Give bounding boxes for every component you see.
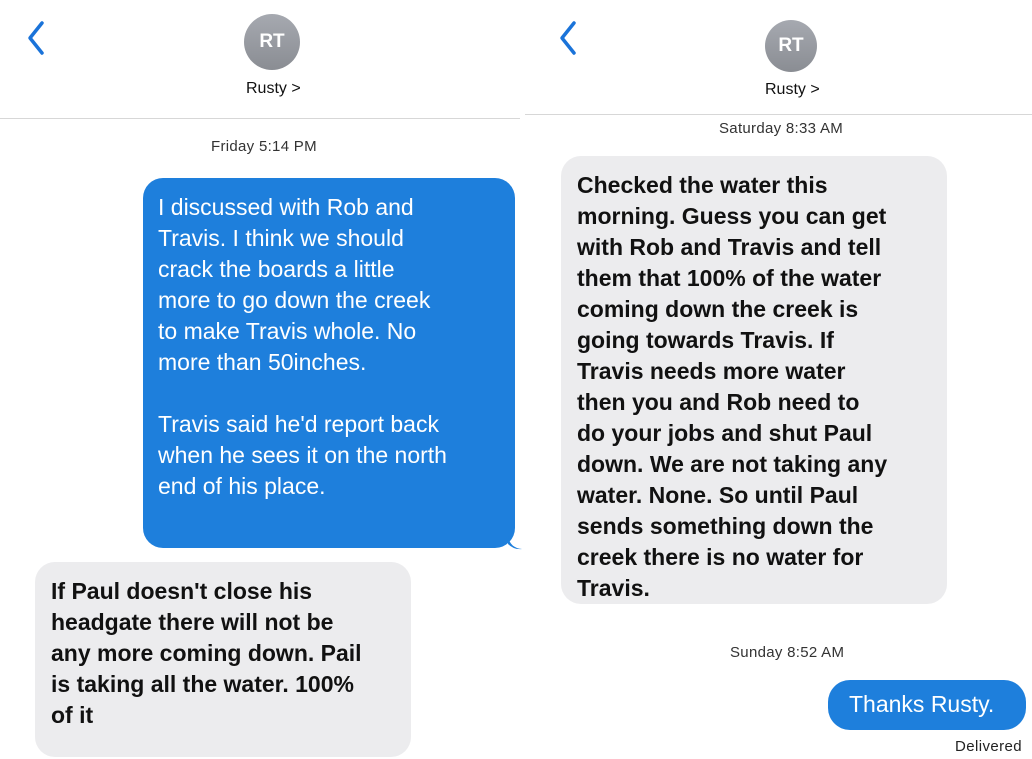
sent-message-bubble[interactable]: I discussed with Rob and Travis. I think… xyxy=(143,178,515,548)
contact-name[interactable]: Rusty > xyxy=(765,81,820,99)
contact-name[interactable]: Rusty > xyxy=(246,80,301,98)
back-chevron-icon[interactable] xyxy=(558,20,578,63)
chevron-left-icon xyxy=(560,21,576,55)
avatar[interactable]: RT xyxy=(765,20,817,72)
left-conversation-panel: RT Rusty > Friday 5:14 PM I discussed wi… xyxy=(0,0,522,759)
header-divider xyxy=(525,114,1032,115)
right-conversation-panel: RT Rusty > Saturday 8:33 AM Checked the … xyxy=(525,0,1032,759)
sent-message-bubble[interactable]: Thanks Rusty. xyxy=(828,680,1026,730)
chevron-left-icon xyxy=(28,21,44,55)
bubble-tail xyxy=(508,536,522,550)
timestamp: Friday 5:14 PM xyxy=(211,138,317,155)
timestamp: Saturday 8:33 AM xyxy=(719,120,844,137)
received-message-bubble[interactable]: Checked the water this morning. Guess yo… xyxy=(561,156,947,604)
avatar-initials: RT xyxy=(778,35,804,56)
avatar[interactable]: RT xyxy=(244,14,300,70)
delivered-status: Delivered xyxy=(955,738,1022,755)
back-chevron-icon[interactable] xyxy=(26,20,46,63)
timestamp: Sunday 8:52 AM xyxy=(730,644,845,661)
received-message-bubble[interactable]: If Paul doesn't close his headgate there… xyxy=(35,562,411,757)
avatar-initials: RT xyxy=(259,31,285,52)
header-divider xyxy=(0,118,520,119)
